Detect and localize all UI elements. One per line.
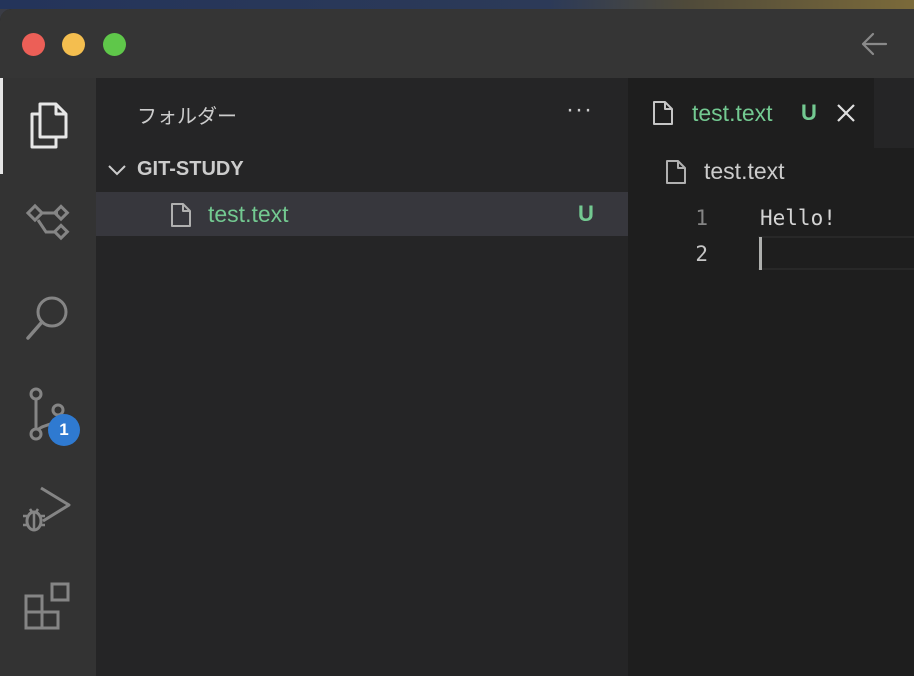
source-control-activity-button[interactable] (0, 366, 96, 462)
close-icon[interactable] (836, 103, 856, 123)
file-status-badge: U (578, 201, 594, 226)
folder-header[interactable]: GIT-STUDY (96, 155, 628, 185)
file-icon (171, 203, 191, 227)
file-tree-item[interactable]: test.text U (96, 192, 628, 236)
file-icon (666, 160, 686, 184)
more-actions-button[interactable]: ··· (566, 96, 593, 124)
files-icon (30, 102, 67, 149)
line-number: 1 (695, 206, 708, 230)
editor-tab[interactable]: test.text U (628, 78, 874, 148)
outline-icon (25, 203, 70, 241)
zoom-window-button[interactable] (103, 33, 126, 56)
title-bar (0, 9, 914, 78)
run-debug-icon (23, 486, 71, 532)
desktop-background-strip (0, 0, 914, 9)
tab-label: test.text (692, 100, 773, 126)
extensions-activity-button[interactable] (0, 558, 96, 654)
editor-area: test.text U test.text 1 Hello! 2 (628, 78, 914, 676)
run-debug-activity-button[interactable] (0, 462, 96, 558)
extensions-icon (24, 582, 70, 630)
editor-tab-bar: test.text U (628, 78, 914, 148)
code-line[interactable]: Hello! (760, 206, 836, 230)
activity-bar: 1 (0, 78, 96, 676)
vscode-window: 1 フォルダー ··· GIT-STUDY test.text U test.t… (0, 9, 914, 676)
explorer-sidebar: フォルダー ··· GIT-STUDY test.text U (96, 78, 628, 676)
explorer-activity-button[interactable] (0, 78, 96, 174)
line-number: 2 (695, 242, 708, 266)
tab-status-badge: U (801, 100, 817, 125)
sidebar-title: フォルダー (137, 106, 237, 128)
search-activity-button[interactable] (0, 270, 96, 366)
file-icon (653, 101, 673, 125)
file-name: test.text (208, 201, 289, 227)
current-line-highlight (758, 236, 914, 270)
breadcrumb-item[interactable]: test.text (704, 158, 785, 185)
search-icon (26, 296, 68, 340)
close-window-button[interactable] (22, 33, 45, 56)
breadcrumb: test.text (628, 148, 914, 196)
text-cursor (759, 237, 762, 270)
chevron-down-icon (108, 165, 126, 176)
folder-name: GIT-STUDY (137, 158, 244, 180)
outline-activity-button[interactable] (0, 174, 96, 270)
source-control-badge: 1 (48, 414, 80, 446)
minimize-window-button[interactable] (62, 33, 85, 56)
back-arrow-icon[interactable] (860, 31, 888, 57)
